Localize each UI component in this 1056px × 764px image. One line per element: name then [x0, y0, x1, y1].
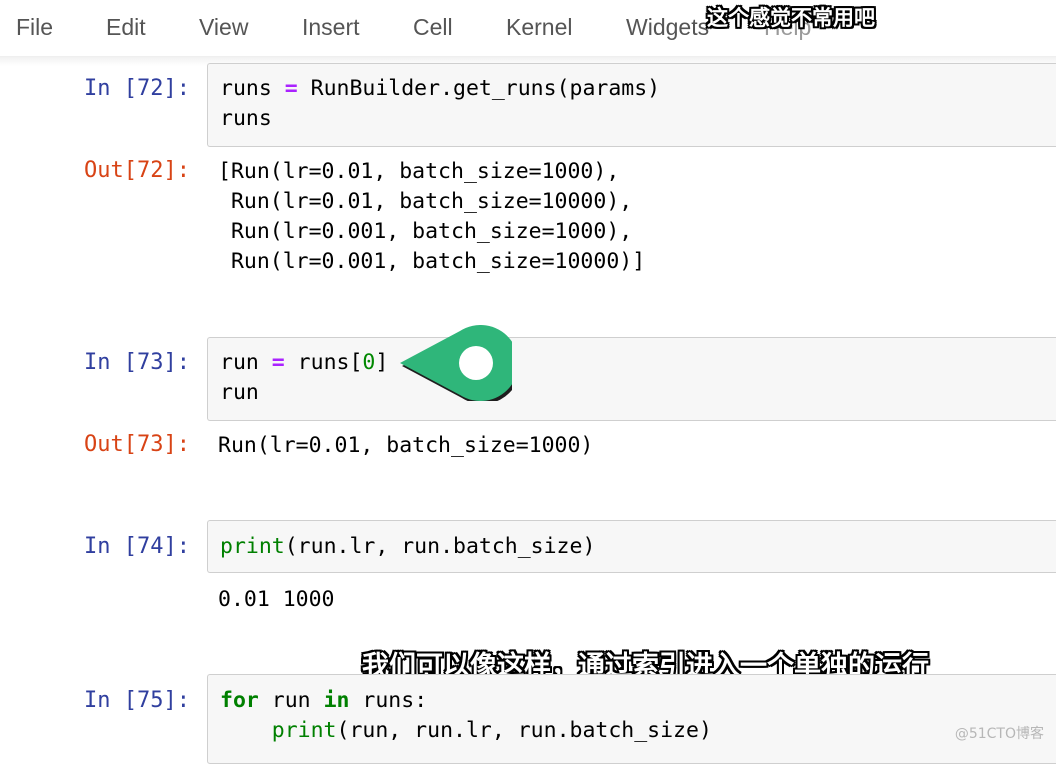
output-line: Run(lr=0.01, batch_size=10000),: [218, 189, 633, 214]
cell-74-in-prompt: In [74]:: [84, 534, 190, 559]
menu-file[interactable]: File: [16, 14, 53, 41]
cell-74-output: 0.01 1000: [218, 587, 335, 612]
output-line: Run(lr=0.001, batch_size=1000),: [218, 219, 633, 244]
cell-73-output: Run(lr=0.01, batch_size=1000): [218, 433, 594, 458]
cell-75-code[interactable]: for run in runs: print(run, run.lr, run.…: [220, 686, 712, 746]
code-line: for run in runs:: [220, 688, 428, 713]
cell-73-code[interactable]: run = runs[0] run: [220, 348, 388, 408]
cell-75-in-prompt: In [75]:: [84, 688, 190, 713]
code-line: runs = RunBuilder.get_runs(params): [220, 76, 661, 101]
cell-72-output: [Run(lr=0.01, batch_size=1000), Run(lr=0…: [218, 157, 645, 277]
cell-73-out-prompt: Out[73]:: [84, 432, 190, 457]
menu-cell[interactable]: Cell: [413, 14, 453, 41]
menu-bar: File Edit View Insert Cell Kernel Widget…: [0, 0, 1056, 57]
code-line: run = runs[0]: [220, 350, 389, 375]
cell-73-in-prompt: In [73]:: [84, 350, 190, 375]
menu-kernel[interactable]: Kernel: [506, 14, 572, 41]
menu-insert[interactable]: Insert: [302, 14, 360, 41]
output-line: Run(lr=0.001, batch_size=10000)]: [218, 249, 646, 274]
cell-72-code[interactable]: runs = RunBuilder.get_runs(params) runs: [220, 74, 660, 134]
code-line: runs: [220, 106, 272, 131]
cell-74-code[interactable]: print(run.lr, run.batch_size): [220, 532, 595, 562]
menu-edit[interactable]: Edit: [106, 14, 146, 41]
location-pointer-icon: [400, 325, 512, 401]
code-line: print(run, run.lr, run.batch_size): [271, 718, 712, 743]
cell-72-out-prompt: Out[72]:: [84, 158, 190, 183]
menu-widgets[interactable]: Widgets: [626, 14, 709, 41]
code-line: run: [220, 380, 259, 405]
menu-view[interactable]: View: [199, 14, 248, 41]
output-line: [Run(lr=0.01, batch_size=1000),: [218, 159, 620, 184]
watermark: @51CTO博客: [954, 726, 1044, 742]
subtitle-top: 这个感觉不常用吧: [707, 6, 875, 30]
cell-72-in-prompt: In [72]:: [84, 76, 190, 101]
